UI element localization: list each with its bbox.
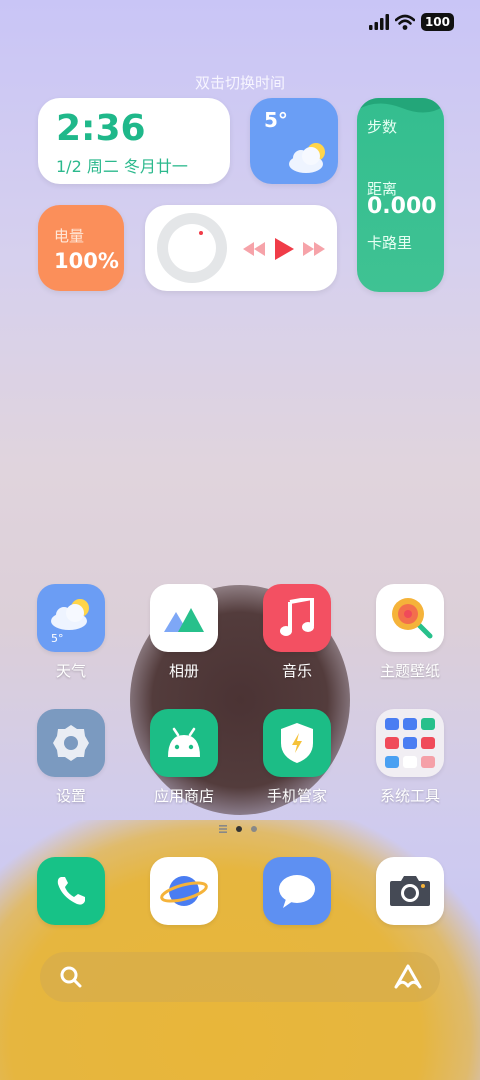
folder-icon: [376, 709, 444, 777]
app-gallery[interactable]: 相册: [139, 584, 229, 681]
wave-decoration: [357, 98, 444, 113]
app-label: 主题壁纸: [379, 662, 440, 680]
app-label: 相册: [168, 662, 199, 680]
weather-temp: 5°: [264, 108, 288, 132]
app-label: 系统工具: [379, 787, 440, 805]
app-label: 手机管家: [266, 787, 327, 805]
previous-icon[interactable]: [243, 242, 265, 256]
android-icon: [150, 709, 218, 777]
menu-lines-icon: [219, 825, 227, 833]
weather-app-badge: 5°: [51, 632, 64, 645]
partly-cloudy-icon: [289, 143, 325, 173]
phone-icon[interactable]: [37, 857, 105, 925]
search-bar[interactable]: [40, 952, 440, 1002]
battery-icon: 100: [420, 13, 454, 31]
app-phone-manager[interactable]: 手机管家: [252, 709, 342, 806]
page-indicator[interactable]: [219, 825, 257, 833]
play-icon[interactable]: [273, 237, 295, 261]
gallery-icon: [150, 584, 218, 652]
music-disc: [157, 213, 227, 283]
app-label: 应用商店: [153, 787, 214, 805]
status-bar: 100: [368, 10, 454, 34]
app-settings[interactable]: 设置: [26, 709, 116, 806]
theme-lollipop-icon: [376, 584, 444, 652]
browser-icon[interactable]: [150, 857, 218, 925]
shield-icon: [263, 709, 331, 777]
calorie-label: 卡路里: [367, 234, 413, 252]
steps-widget[interactable]: 步数 距离 0.000 卡路里: [357, 98, 444, 292]
weather-widget[interactable]: 5°: [250, 98, 338, 184]
messages-icon[interactable]: [263, 857, 331, 925]
clock-time: 2:36: [56, 108, 146, 149]
camera-icon[interactable]: [376, 857, 444, 925]
weather-app-icon: 5°: [37, 584, 105, 652]
gear-icon: [37, 709, 105, 777]
clock-widget[interactable]: 2:36 1/2 周二 冬月廿一: [38, 98, 230, 184]
app-label: 设置: [55, 787, 86, 805]
distance-value: 0.000: [367, 194, 437, 219]
steps-label: 步数: [367, 118, 398, 136]
battery-label: 电量: [54, 227, 85, 245]
clock-date: 1/2 周二 冬月廿一: [56, 157, 188, 176]
app-weather[interactable]: 5° 天气: [26, 584, 116, 681]
app-label: 音乐: [281, 662, 312, 680]
app-themes[interactable]: 主题壁纸: [365, 584, 455, 681]
assistant-icon[interactable]: [394, 964, 422, 990]
music-note-icon: [263, 584, 331, 652]
double-tap-hint: 双击切换时间: [194, 74, 285, 92]
app-system-tools-folder[interactable]: 系统工具: [365, 709, 455, 806]
app-label: 天气: [55, 662, 86, 680]
next-icon[interactable]: [303, 242, 325, 256]
app-music[interactable]: 音乐: [252, 584, 342, 681]
wifi-icon: [394, 14, 415, 30]
battery-widget[interactable]: 电量 100%: [38, 205, 124, 291]
music-widget[interactable]: [145, 205, 337, 291]
battery-value: 100%: [54, 249, 119, 273]
page-dot: [251, 826, 257, 832]
search-icon: [60, 966, 82, 988]
signal-icon: [368, 14, 389, 30]
app-store[interactable]: 应用商店: [139, 709, 229, 806]
page-dot-active: [236, 826, 242, 832]
